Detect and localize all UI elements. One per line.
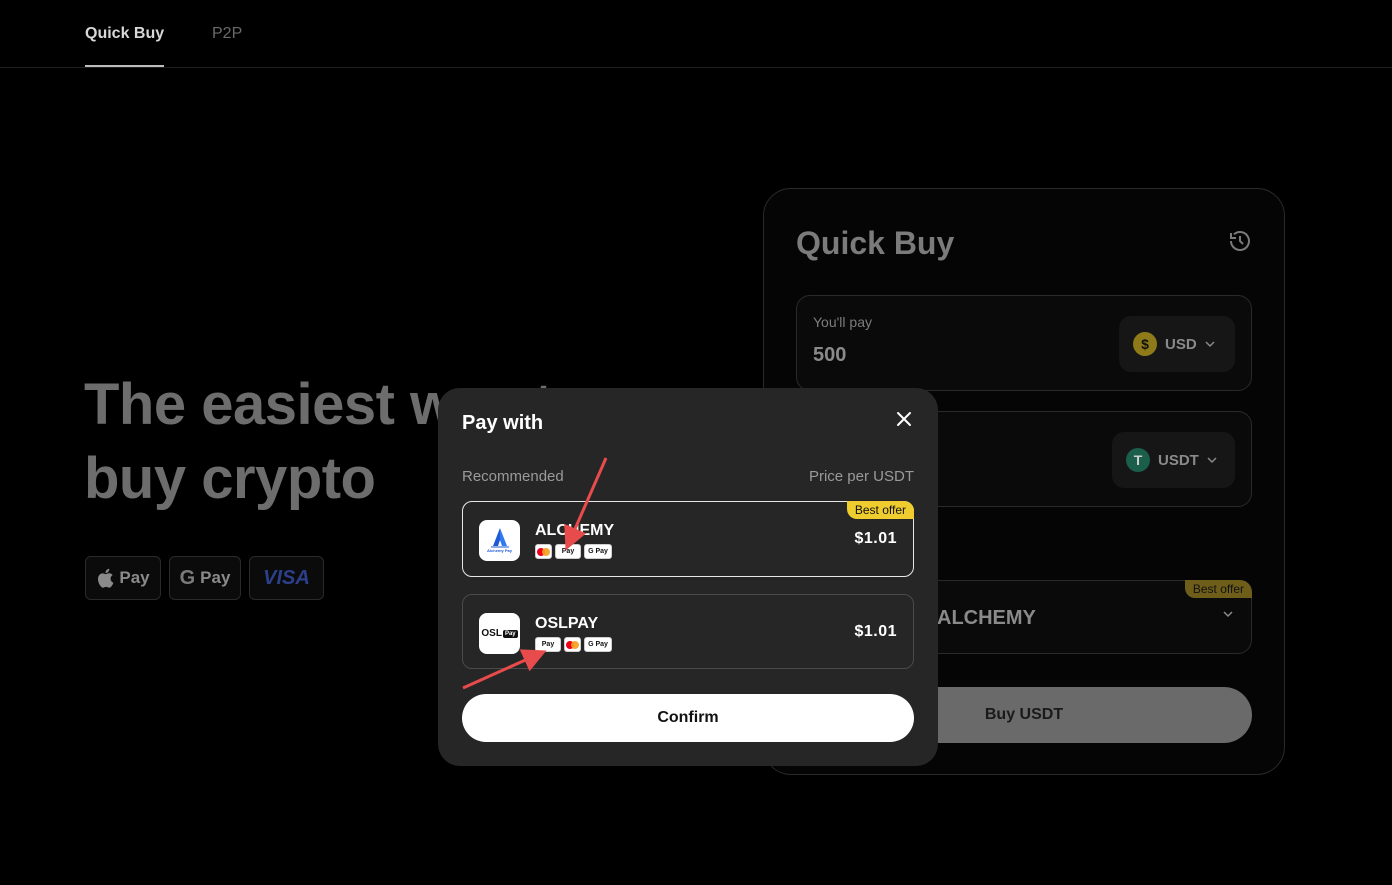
google-pay-icon: G Pay: [584, 637, 612, 652]
visa-badge: VISA: [249, 556, 324, 600]
provider-price: $1.01: [854, 623, 897, 640]
best-offer-badge: Best offer: [1184, 580, 1252, 598]
provider-option-oslpay[interactable]: OSL Pay OSLPAY Pay G Pay $1.01: [462, 594, 914, 669]
pay-with-modal: Pay with Recommended Price per USDT Best…: [438, 388, 938, 766]
chevron-down-icon: [1207, 457, 1217, 464]
confirm-button[interactable]: Confirm: [462, 694, 914, 742]
google-pay-badge: G Pay: [169, 556, 241, 600]
apple-pay-badge: Pay: [85, 556, 161, 600]
apple-pay-icon: Pay: [535, 637, 561, 652]
payment-methods: Pay G Pay: [535, 637, 612, 652]
chevron-down-icon: [1223, 611, 1233, 618]
payment-methods: Pay G Pay: [535, 544, 612, 559]
pay-amount-input[interactable]: 500: [813, 344, 846, 367]
receive-currency-select[interactable]: T USDT: [1112, 432, 1235, 488]
mastercard-icon: [564, 637, 581, 652]
apple-pay-icon: Pay: [555, 544, 581, 559]
provider-name: ALCHEMY: [937, 607, 1036, 629]
quick-buy-title: Quick Buy: [796, 225, 955, 261]
pay-currency-label: USD: [1165, 335, 1197, 353]
alchemy-pay-logo: Alchemy Pay: [479, 520, 520, 561]
active-tab-indicator: [85, 65, 164, 67]
modal-title: Pay with: [462, 412, 544, 434]
receive-currency-label: USDT: [1158, 451, 1199, 469]
pay-label: You'll pay: [813, 314, 872, 330]
google-pay-icon: G Pay: [584, 544, 612, 559]
usd-coin-icon: $: [1133, 332, 1157, 356]
provider-name: OSLPAY: [535, 615, 599, 632]
mastercard-visa-icon: [535, 544, 552, 559]
payment-badges: Pay G Pay VISA: [85, 556, 324, 600]
chevron-down-icon: [1205, 341, 1215, 348]
alchemy-logo-text: Alchemy Pay: [487, 548, 512, 553]
close-icon[interactable]: [896, 411, 912, 427]
provider-price: $1.01: [854, 530, 897, 547]
alchemy-logo-icon: [490, 528, 509, 548]
provider-name: ALCHEMY: [535, 522, 615, 539]
provider-option-alchemy[interactable]: Best offer Alchemy Pay ALCHEMY Pay G Pay…: [462, 501, 914, 577]
apple-icon: [98, 568, 114, 588]
google-g-icon: G: [179, 566, 196, 589]
pay-amount-box: You'll pay 500 $ USD: [796, 295, 1252, 391]
pay-logo-tag: Pay: [502, 629, 518, 638]
top-nav: Quick Buy P2P: [0, 0, 1392, 68]
history-icon[interactable]: [1228, 229, 1252, 253]
pay-currency-select[interactable]: $ USD: [1119, 316, 1235, 372]
best-offer-badge: Best offer: [846, 501, 914, 519]
tab-quick-buy[interactable]: Quick Buy: [85, 25, 164, 43]
recommended-label: Recommended: [462, 468, 564, 485]
oslpay-logo: OSL Pay: [479, 613, 520, 654]
visa-logo: VISA: [263, 566, 310, 589]
apple-pay-label: Pay: [119, 568, 150, 587]
price-per-usdt-label: Price per USDT: [808, 468, 914, 485]
google-pay-label: Pay: [200, 568, 231, 587]
usdt-coin-icon: T: [1126, 448, 1150, 472]
osl-logo-text: OSL: [481, 628, 502, 639]
tab-p2p[interactable]: P2P: [212, 25, 242, 43]
